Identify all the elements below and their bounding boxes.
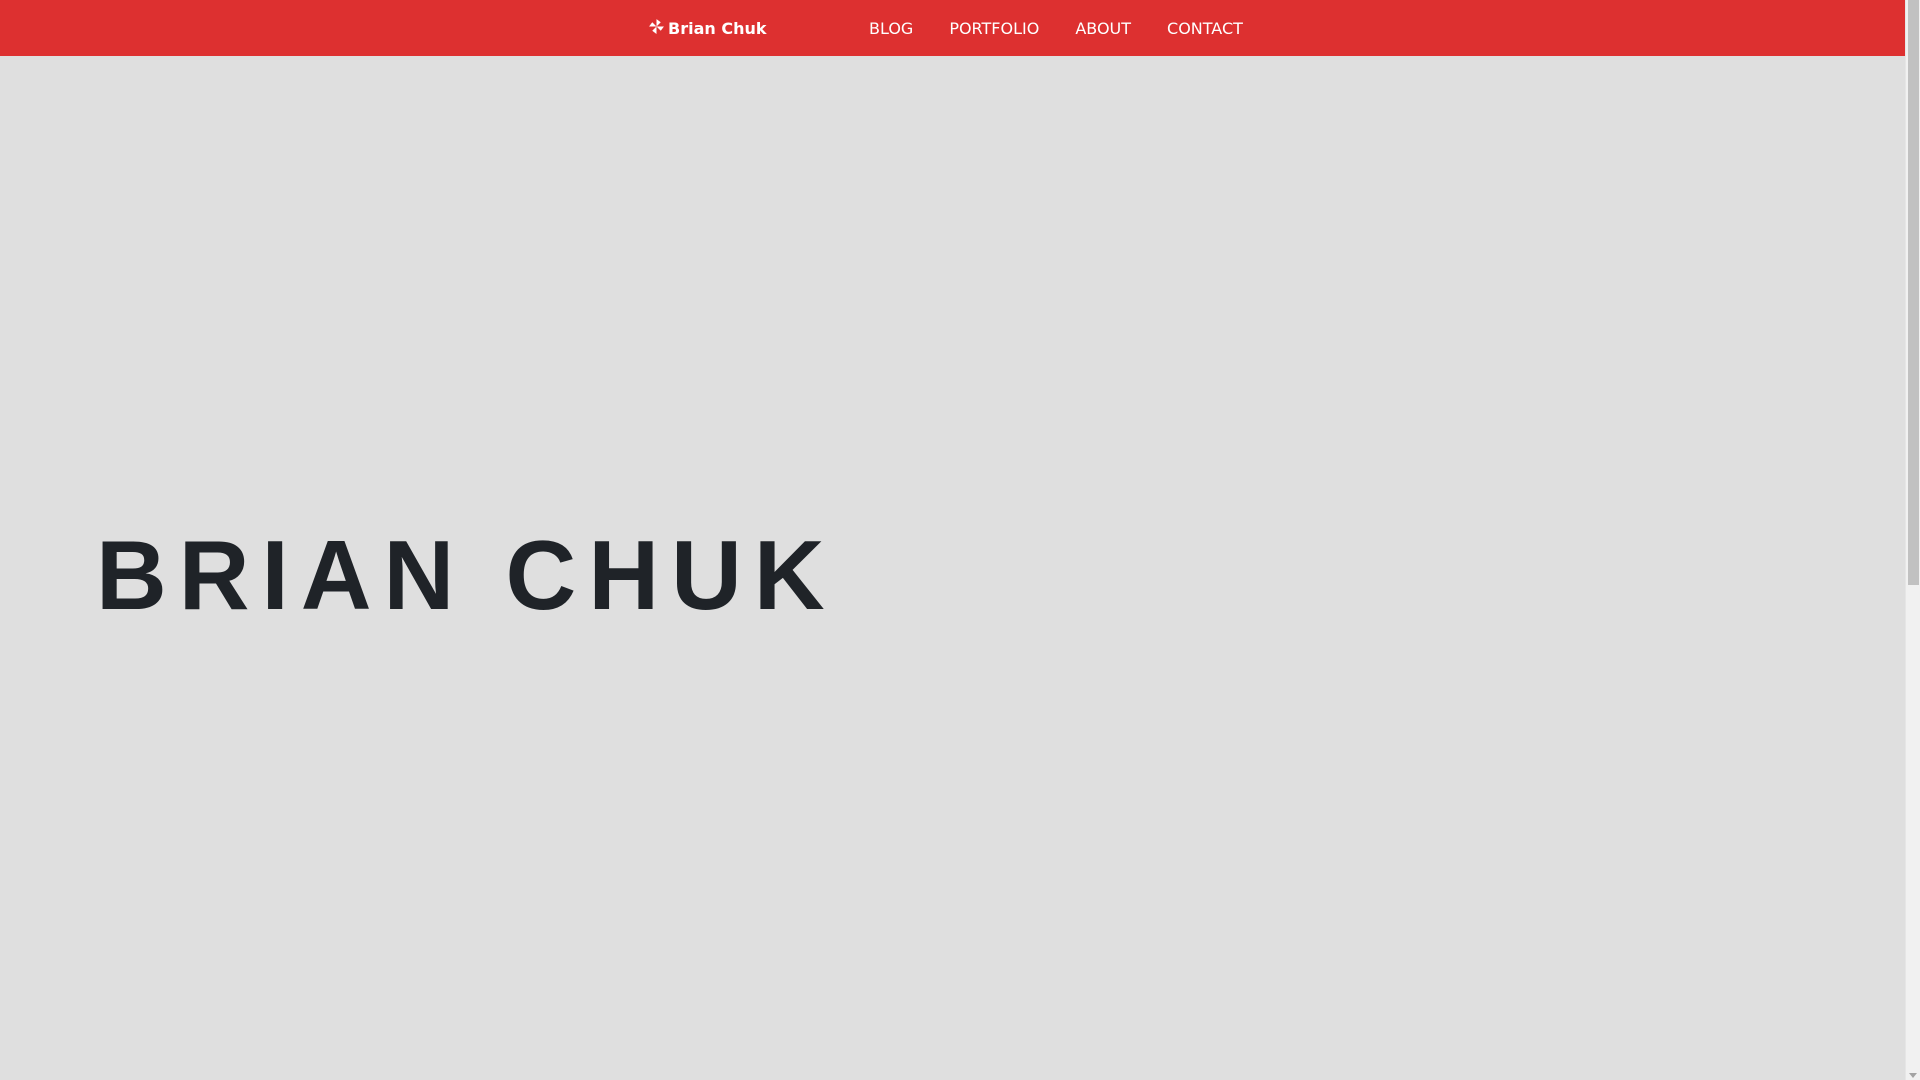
brand-link[interactable]: Brian Chuk: [648, 0, 767, 56]
nav-links: BLOG PORTFOLIO ABOUT CONTACT: [869, 0, 1279, 56]
scrollbar-thumb[interactable]: [1908, 0, 1919, 585]
brand-label: Brian Chuk: [668, 18, 767, 38]
nav-link-portfolio[interactable]: PORTFOLIO: [949, 19, 1039, 38]
nav-link-contact[interactable]: CONTACT: [1167, 19, 1243, 38]
pinwheel-icon: [648, 18, 665, 35]
hero-title: BRIAN CHUK: [96, 520, 837, 630]
hero-section: BRIAN CHUK: [0, 56, 1905, 1080]
navbar: Brian Chuk BLOG PORTFOLIO ABOUT CONTACT: [0, 0, 1905, 56]
nav-link-blog[interactable]: BLOG: [869, 19, 913, 38]
arrow-down-icon[interactable]: [1909, 1073, 1917, 1078]
nav-link-about[interactable]: ABOUT: [1075, 19, 1131, 38]
vertical-scrollbar[interactable]: [1905, 0, 1920, 1080]
